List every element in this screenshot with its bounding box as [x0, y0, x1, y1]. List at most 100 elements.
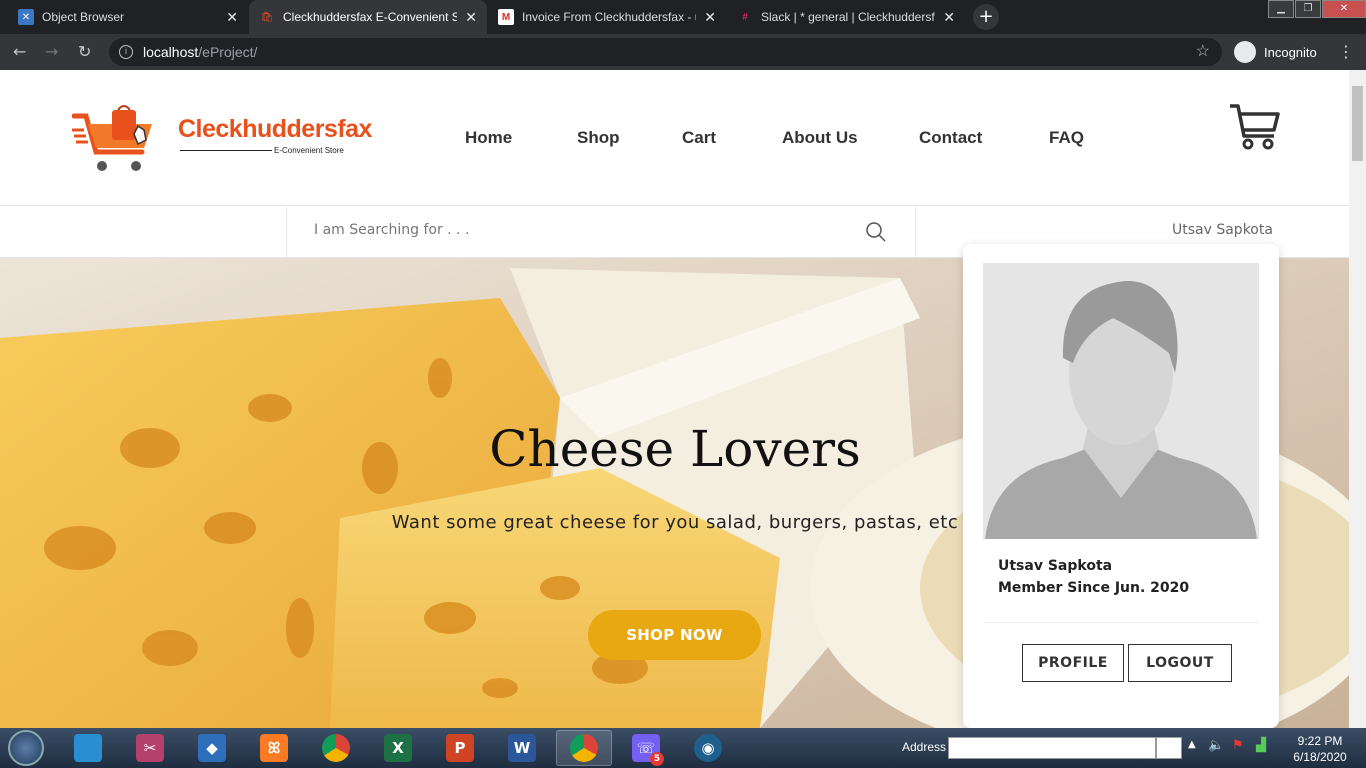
scrollbar-thumb[interactable] — [1352, 86, 1363, 161]
notification-badge: 5 — [650, 752, 664, 766]
close-tab-icon[interactable]: ✕ — [704, 9, 716, 26]
taskbar-powerpoint[interactable]: P — [432, 730, 488, 766]
nav-faq[interactable]: FAQ — [1049, 128, 1084, 148]
cube-icon: ◆ — [198, 734, 226, 762]
nav-shop[interactable]: Shop — [577, 128, 620, 148]
hero-subtitle: Want some great cheese for you salad, bu… — [391, 512, 959, 533]
tab-slack[interactable]: # Slack | * general | Cleckhuddersfa ✕ — [727, 0, 965, 34]
page-scrollbar[interactable] — [1349, 70, 1366, 728]
avatar — [983, 263, 1259, 539]
taskbar-viber[interactable]: ☏ 5 — [618, 730, 674, 766]
scissors-icon: ✂ — [136, 734, 164, 762]
minimize-button[interactable]: ▁ — [1268, 0, 1294, 18]
cart-icon[interactable] — [1228, 102, 1282, 152]
profile-button[interactable]: PROFILE — [1022, 644, 1124, 682]
powerpoint-icon: P — [446, 734, 474, 762]
search-input[interactable] — [314, 222, 834, 238]
info-icon[interactable]: i — [119, 45, 133, 59]
bookmark-star-icon[interactable]: ☆ — [1196, 38, 1210, 66]
address-toolbar-input[interactable] — [948, 737, 1156, 759]
new-tab-button[interactable]: + — [973, 4, 999, 30]
nav-contact[interactable]: Contact — [919, 128, 982, 148]
clock-time: 9:22 PM — [1297, 734, 1343, 748]
brand-tagline: E-Convenient Store — [274, 146, 344, 155]
tab-title: Cleckhuddersfax E-Convenient St — [283, 10, 458, 24]
hero-title: Cheese Lovers — [489, 420, 861, 478]
close-tab-icon[interactable]: ✕ — [943, 9, 955, 26]
system-clock[interactable]: 9:22 PM 6/18/2020 — [1285, 733, 1355, 765]
viber-icon: ☏ 5 — [632, 734, 664, 766]
browser-menu-icon[interactable]: ⋮ — [1338, 42, 1354, 61]
reload-icon[interactable]: ↻ — [78, 42, 91, 61]
profile-name: Utsav Sapkota — [998, 558, 1113, 574]
nav-about-us[interactable]: About Us — [782, 128, 858, 148]
maximize-button[interactable]: ❐ — [1295, 0, 1321, 18]
start-button[interactable] — [8, 730, 44, 766]
window-controls: ▁ ❐ ✕ — [1267, 0, 1366, 18]
volume-icon[interactable]: 🔈 — [1208, 738, 1224, 753]
taskbar-explorer[interactable] — [60, 730, 116, 766]
taskbar-eye-app[interactable]: ◉ — [680, 730, 736, 766]
network-icon[interactable]: ▟ — [1256, 738, 1266, 753]
shopping-bag-icon: 🛍 — [260, 11, 274, 23]
site-logo[interactable]: Cleckhuddersfax E-Convenient Store — [71, 104, 372, 176]
taskbar-xampp[interactable]: ꕤ — [246, 730, 302, 766]
forward-arrow-icon[interactable]: → — [45, 42, 58, 61]
taskbar-word[interactable]: W — [494, 730, 550, 766]
address-bar[interactable]: i localhost/eProject/ ☆ — [109, 38, 1222, 66]
gmail-icon: M — [498, 9, 514, 25]
excel-icon: X — [384, 734, 412, 762]
incognito-label: Incognito — [1264, 44, 1317, 60]
slack-icon: # — [742, 11, 748, 23]
address-go-box[interactable] — [1156, 737, 1182, 759]
shop-now-button[interactable]: SHOP NOW — [588, 610, 761, 660]
browser-tab-strip: ✕ Object Browser ✕ 🛍 Cleckhuddersfax E-C… — [0, 0, 1366, 34]
incognito-indicator[interactable]: Incognito — [1234, 41, 1317, 63]
tab-invoice[interactable]: M Invoice From Cleckhuddersfax - u ✕ — [488, 0, 726, 34]
url-host: localhost — [143, 44, 199, 60]
logout-button[interactable]: LOGOUT — [1128, 644, 1232, 682]
member-since: Member Since Jun. 2020 — [998, 580, 1190, 596]
search-box — [286, 207, 916, 258]
search-icon[interactable] — [865, 221, 887, 243]
web-page: Cleckhuddersfax E-Convenient Store Home … — [0, 70, 1349, 728]
browser-toolbar: ← → ↻ i localhost/eProject/ ☆ Incognito … — [0, 34, 1366, 70]
brand-name: Cleckhuddersfax — [178, 115, 372, 143]
tab-title: Invoice From Cleckhuddersfax - u — [522, 10, 697, 24]
divider — [983, 622, 1259, 623]
chrome-icon — [570, 734, 598, 762]
taskbar-virtualbox[interactable]: ◆ — [184, 730, 240, 766]
taskbar-snipping[interactable]: ✂ — [122, 730, 178, 766]
tray-expand-icon[interactable]: ▲ — [1188, 739, 1196, 750]
close-window-button[interactable]: ✕ — [1322, 0, 1366, 18]
folder-icon — [74, 734, 102, 762]
taskbar-excel[interactable]: X — [370, 730, 426, 766]
nav-cart[interactable]: Cart — [682, 128, 716, 148]
xampp-icon: ꕤ — [260, 734, 288, 762]
eye-icon: ◉ — [694, 734, 722, 762]
tab-object-browser[interactable]: ✕ Object Browser ✕ — [8, 0, 248, 34]
close-tab-icon[interactable]: ✕ — [226, 9, 238, 26]
close-tab-icon[interactable]: ✕ — [465, 9, 477, 26]
tool-icon: ✕ — [18, 9, 34, 25]
address-toolbar-label: Address — [902, 740, 947, 754]
taskbar: ✂ ◆ ꕤ X P W ☏ 5 ◉ Address ▲ 🔈 ⚑ ▟ 9:22 PM… — [0, 728, 1366, 768]
incognito-icon — [1234, 41, 1256, 63]
tab-title: Slack | * general | Cleckhuddersfa — [761, 10, 936, 24]
user-avatar-icon — [983, 263, 1259, 539]
taskbar-chrome[interactable] — [308, 730, 364, 766]
url-path: /eProject/ — [198, 44, 258, 60]
chrome-icon — [322, 734, 350, 762]
nav-home[interactable]: Home — [465, 128, 512, 148]
user-menu-toggle[interactable]: Utsav Sapkota — [1172, 222, 1273, 238]
action-center-flag-icon[interactable]: ⚑ — [1232, 738, 1244, 753]
tagline-rule — [180, 150, 272, 151]
shopping-cart-logo-icon — [71, 105, 152, 171]
profile-dropdown: Utsav Sapkota Member Since Jun. 2020 PRO… — [963, 244, 1279, 728]
tab-title: Object Browser — [42, 10, 125, 24]
tab-cleckhuddersfax[interactable]: 🛍 Cleckhuddersfax E-Convenient St ✕ — [249, 0, 487, 34]
taskbar-chrome-incognito[interactable] — [556, 730, 612, 766]
site-header: Cleckhuddersfax E-Convenient Store Home … — [0, 70, 1349, 206]
word-icon: W — [508, 734, 536, 762]
back-arrow-icon[interactable]: ← — [13, 42, 26, 61]
